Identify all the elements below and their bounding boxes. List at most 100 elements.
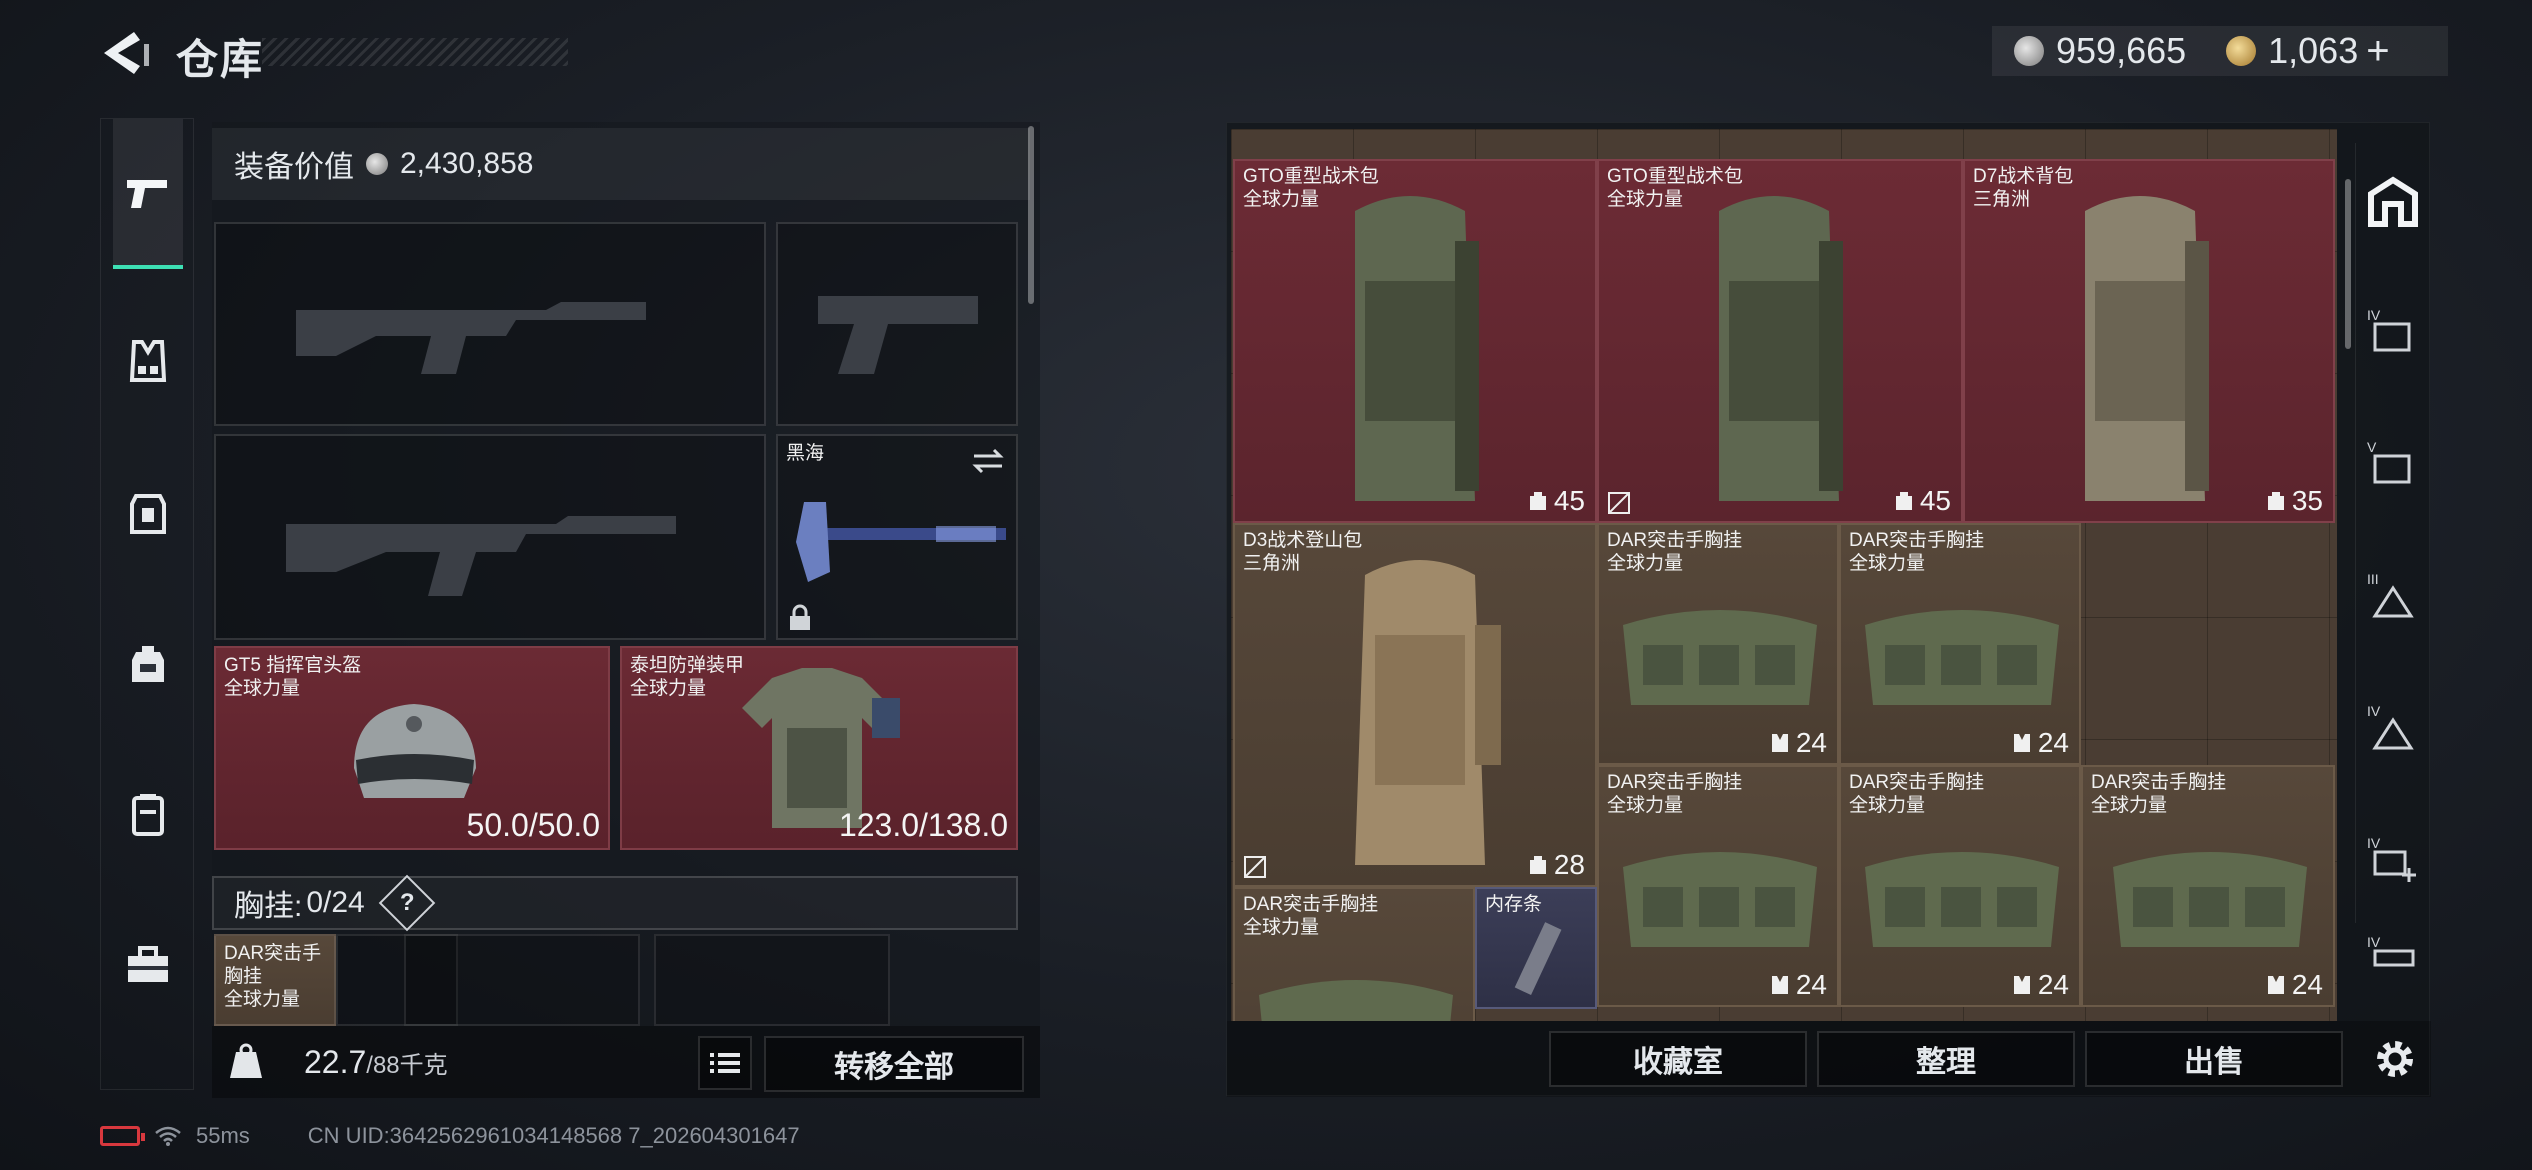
memory-stick-icon <box>1514 922 1562 996</box>
storage-item[interactable]: D7战术背包 三角洲 35 <box>1963 159 2335 523</box>
pistol-icon <box>127 180 167 208</box>
tier-IV-plus-icon: IV <box>2367 835 2416 882</box>
tier-III-icon: III <box>2367 571 2414 618</box>
filter-tier[interactable]: IV <box>2364 831 2422 889</box>
storage-scrollbar[interactable] <box>2345 179 2351 349</box>
nav-item-toolbox[interactable] <box>113 889 183 1039</box>
svg-text:IV: IV <box>2367 307 2381 323</box>
silver-coin-icon <box>2014 36 2044 66</box>
weight-max: /88千克 <box>366 1052 448 1079</box>
help-icon: ? <box>399 888 415 916</box>
nav-item-weapons[interactable] <box>113 119 183 269</box>
rig-capacity-icon <box>1771 976 1788 994</box>
storage-item[interactable]: 内存条 <box>1475 887 1597 1009</box>
item-capacity: 35 <box>2291 485 2323 516</box>
sidearm-slot[interactable] <box>776 222 1018 426</box>
toolbox-icon <box>128 946 168 982</box>
list-view-button[interactable] <box>698 1036 752 1090</box>
svg-text:IV: IV <box>2367 835 2381 851</box>
gear-icon <box>2377 1041 2413 1077</box>
capacity-icon <box>1895 492 1912 510</box>
storage-panel: GTO重型战术包 全球力量 45 GTO重型战术包 全球力量 45 D7战术背包… <box>1226 122 2431 1097</box>
rifle-silhouette-icon <box>296 302 646 374</box>
storage-item[interactable]: DAR突击手胸挂 全球力量 24 <box>1597 765 1839 1007</box>
filter-tier[interactable]: V <box>2364 435 2422 493</box>
add-currency-button[interactable]: + <box>2366 29 2389 74</box>
item-capacity: 28 <box>1553 849 1585 880</box>
filter-all[interactable] <box>2364 173 2422 231</box>
item-name: D7战术背包 <box>1973 166 2074 187</box>
capacity-icon <box>1529 492 1546 510</box>
item-faction: 全球力量 <box>1607 553 1684 574</box>
filter-tier[interactable]: IV <box>2367 933 2423 973</box>
nav-item-backpacks[interactable] <box>113 589 183 739</box>
storage-item[interactable]: DAR突击手胸挂 全球力量 <box>1233 887 1475 1021</box>
tier-V-icon: V <box>2367 439 2411 484</box>
chest-rig-icon <box>2113 852 2307 947</box>
help-button[interactable]: ? <box>378 874 436 932</box>
body-armor-slot[interactable]: 泰坦防弹装甲 全球力量 123.0/138.0 <box>620 646 1018 850</box>
armor-faction: 全球力量 <box>630 678 707 699</box>
filter-tier[interactable]: III <box>2364 567 2422 625</box>
item-faction: 全球力量 <box>2091 795 2168 816</box>
item-faction: 全球力量 <box>1849 795 1926 816</box>
item-faction: 全球力量 <box>1849 553 1926 574</box>
pistol-silhouette-icon <box>818 296 978 374</box>
item-name: DAR突击手胸挂 <box>1849 530 1985 551</box>
storage-item[interactable]: DAR突击手胸挂 全球力量 24 <box>2081 765 2335 1007</box>
silver-balance: 959,665 <box>2056 30 2187 71</box>
pocket-slot[interactable] <box>404 934 640 1026</box>
storage-item[interactable]: D3战术登山包 三角洲 28 <box>1233 523 1597 887</box>
home-icon <box>2368 176 2418 227</box>
rig-capacity-icon <box>1771 734 1788 752</box>
nav-item-armor[interactable] <box>113 439 183 589</box>
item-faction: 全球力量 <box>1243 917 1320 938</box>
item-name: DAR突击手胸挂 <box>2091 772 2227 793</box>
chest-rig-capacity-bar: 胸挂: 0/24 ? <box>212 874 1018 932</box>
pocket-slot[interactable] <box>654 934 890 1026</box>
no-insure-icon <box>1608 492 1630 514</box>
chest-rig-icon <box>1623 852 1817 947</box>
storage-item[interactable]: DAR突击手胸挂 全球力量 24 <box>1597 523 1839 765</box>
gold-balance: 1,063 <box>2268 30 2359 71</box>
item-name: 内存条 <box>1485 894 1543 915</box>
silver-coin-icon <box>366 153 388 175</box>
storage-item[interactable]: DAR突击手胸挂 全球力量 24 <box>1839 765 2081 1007</box>
armor-name: 泰坦防弹装甲 <box>630 655 745 676</box>
loadout-scrollbar[interactable] <box>1028 126 1034 304</box>
storage-item[interactable]: GTO重型战术包 全球力量 45 <box>1233 159 1597 523</box>
back-button[interactable] <box>96 26 156 80</box>
transfer-all-button[interactable]: 转移全部 <box>764 1036 1024 1092</box>
ping-value: 55ms <box>196 1123 250 1148</box>
loadout-panel: 装备价值 2,430,858 黑海 GT5 指挥官头盔 全球力量 50.0/50… <box>212 122 1040 1098</box>
storage-bottom-bar: 收藏室 整理 出售 <box>1227 1021 2431 1097</box>
helmet-durability: 50.0/50.0 <box>466 807 600 843</box>
sell-button[interactable]: 出售 <box>2085 1031 2343 1087</box>
filter-tier[interactable]: IV <box>2364 699 2422 757</box>
storage-item[interactable]: DAR突击手胸挂 全球力量 24 <box>1839 523 2081 765</box>
swap-icon[interactable] <box>970 446 1006 476</box>
nav-item-chest-rigs[interactable] <box>113 287 183 437</box>
settings-button[interactable] <box>2371 1035 2419 1083</box>
backpack-icon <box>1355 196 1479 501</box>
chest-rig-icon <box>1259 980 1453 1021</box>
tier-IV-icon: IV <box>2367 703 2414 750</box>
svg-text:IV: IV <box>2367 703 2381 719</box>
filter-tier[interactable]: IV <box>2364 303 2422 361</box>
item-capacity: 45 <box>1553 485 1585 516</box>
primary-weapon-slot[interactable] <box>214 222 766 426</box>
wifi-icon <box>155 1126 181 1146</box>
secondary-weapon-slot[interactable] <box>214 434 766 640</box>
chest-rig-item-slot[interactable]: DAR突击手胸挂 全球力量 <box>214 934 336 1026</box>
collection-room-button[interactable]: 收藏室 <box>1549 1031 1807 1087</box>
storage-item[interactable]: GTO重型战术包 全球力量 45 <box>1597 159 1963 523</box>
organize-button[interactable]: 整理 <box>1817 1031 2075 1087</box>
back-arrow-icon <box>104 32 149 74</box>
capacity-icon <box>1529 856 1546 874</box>
helmet-slot[interactable]: GT5 指挥官头盔 全球力量 50.0/50.0 <box>214 646 610 850</box>
melee-slot[interactable]: 黑海 <box>776 434 1018 640</box>
svg-text:IV: IV <box>2367 934 2381 950</box>
item-name: DAR突击手胸挂 <box>1243 894 1379 915</box>
title-decoration <box>262 38 568 66</box>
nav-item-cases[interactable] <box>113 739 183 889</box>
